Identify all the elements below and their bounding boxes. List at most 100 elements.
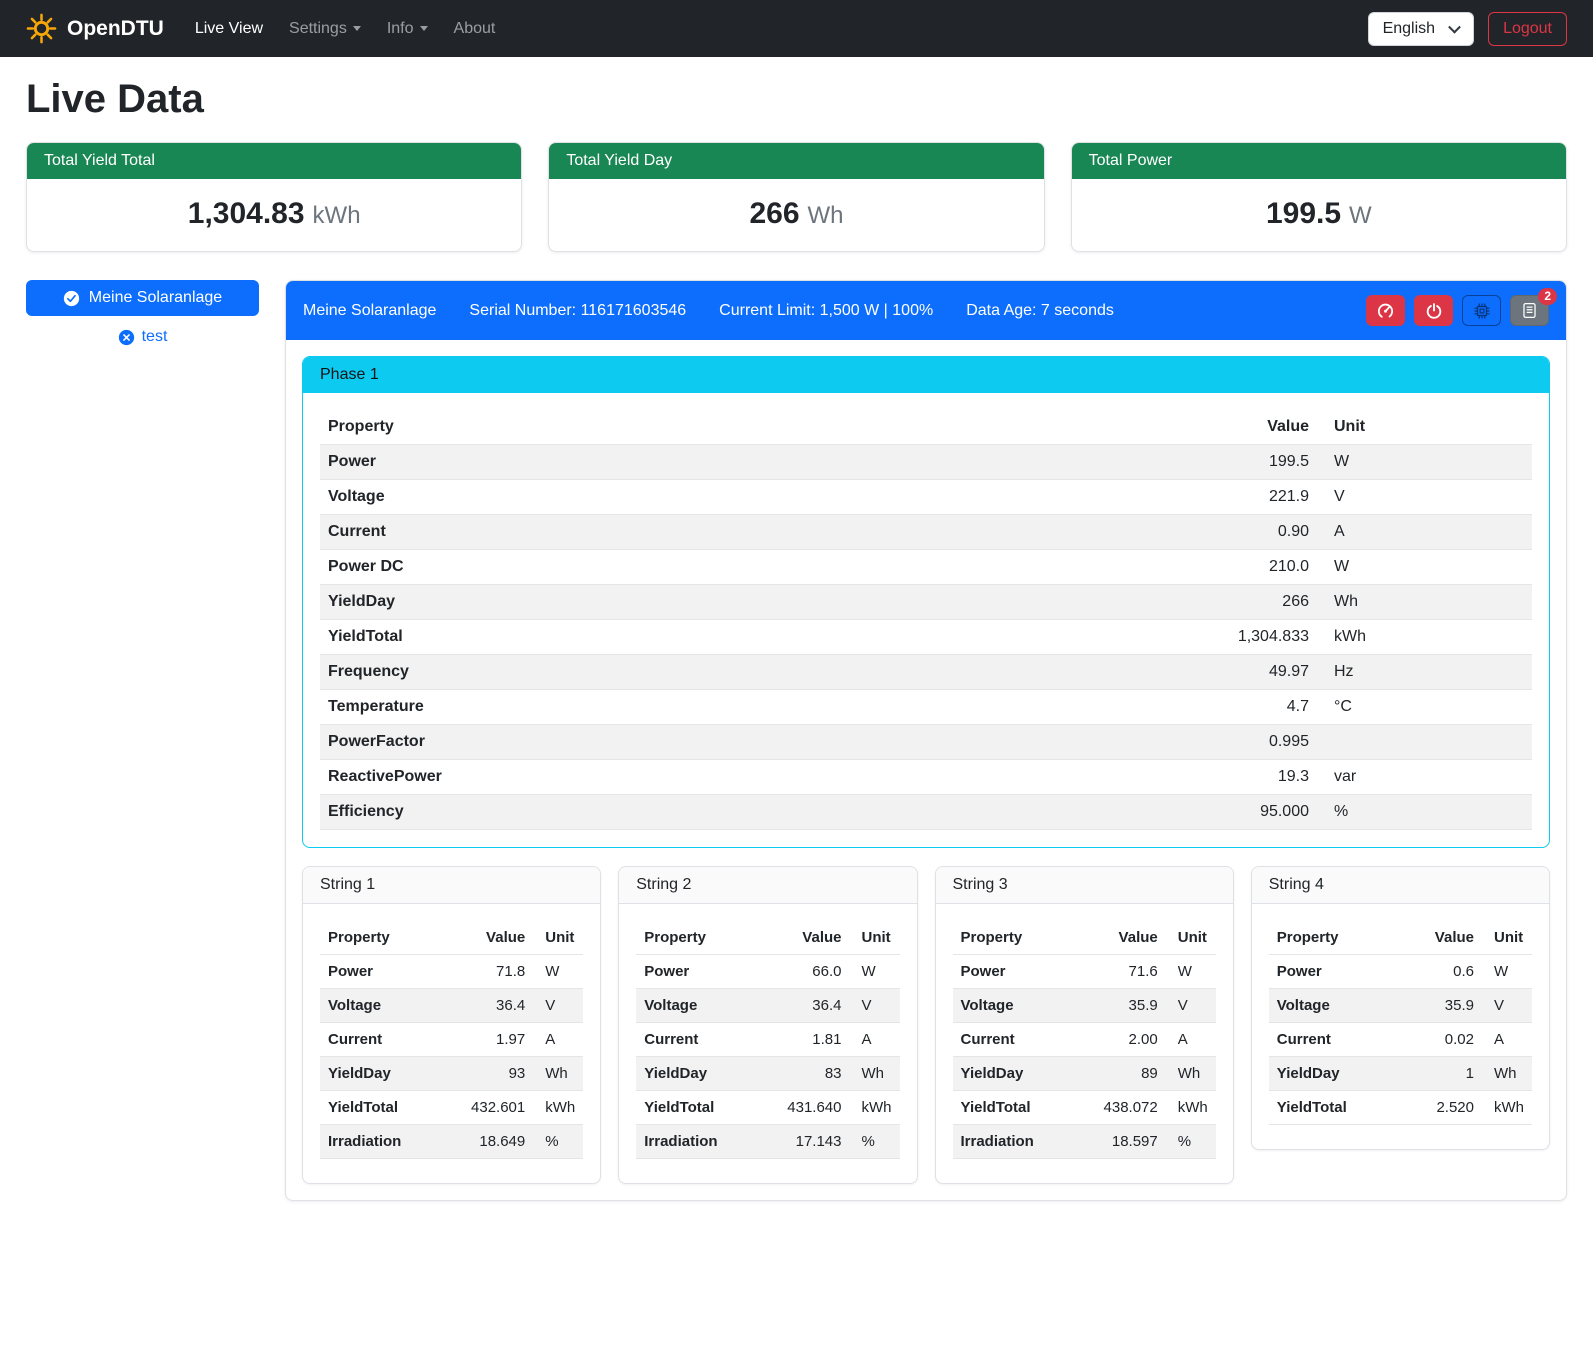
row-property: YieldDay [1269,1057,1399,1091]
nav-info[interactable]: Info [374,12,441,46]
row-unit: V [1166,989,1216,1023]
row-property: Irradiation [636,1125,755,1159]
row-unit: W [850,955,900,989]
logout-button[interactable]: Logout [1488,12,1567,46]
row-value: 19.3 [916,760,1317,795]
power-button[interactable] [1414,295,1453,326]
card-total-yield-day: Total Yield Day 266Wh [548,142,1044,252]
row-value: 1.81 [756,1023,850,1057]
col-header-unit: Unit [1166,921,1216,955]
col-header-value: Value [756,921,850,955]
inverter-sidebar: Meine Solaranlage test [26,280,259,346]
phase-card: Phase 1 Property Value Unit [302,356,1550,848]
row-value: 18.597 [1072,1125,1166,1159]
sidebar-item-meine-solaranlage[interactable]: Meine Solaranlage [26,280,259,316]
inverter-name: Meine Solaranlage [303,302,436,320]
row-property: Current [953,1023,1072,1057]
row-value: 49.97 [916,655,1317,690]
card-title: Total Yield Day [549,143,1043,179]
row-property: Voltage [320,480,916,515]
inverter-limit: Current Limit: 1,500 W | 100% [719,302,933,320]
row-unit: % [1317,795,1532,830]
row-value: 71.6 [1072,955,1166,989]
card-value: 266 [749,197,799,230]
nav-settings-label: Settings [289,20,347,37]
cpu-icon [1473,302,1491,320]
string-2-table: Property Value Unit Power [636,921,899,1159]
nav-live-view[interactable]: Live View [182,12,276,46]
row-unit: Wh [1166,1057,1216,1091]
row-property: YieldTotal [1269,1091,1399,1125]
card-value: 199.5 [1266,197,1341,230]
table-header-row: Property Value Unit [320,921,583,955]
string-2-card: String 2 Property Value Unit [618,866,917,1184]
row-unit: W [1166,955,1216,989]
nav-about[interactable]: About [441,12,509,46]
speedometer-icon [1376,301,1395,320]
row-property: Power DC [320,550,916,585]
check-circle-icon [63,290,80,307]
row-unit: Wh [850,1057,900,1091]
sidebar-item-test[interactable]: test [118,328,168,346]
row-value: 1,304.833 [916,620,1317,655]
phase-table: Property Value Unit Power [320,410,1532,830]
col-header-value: Value [1072,921,1166,955]
table-row: YieldTotal 1,304.833 kWh [320,620,1532,655]
row-unit: A [1166,1023,1216,1057]
row-value: 0.6 [1399,955,1482,989]
row-value: 36.4 [439,989,533,1023]
event-count-badge: 2 [1538,288,1557,305]
limit-settings-button[interactable] [1366,295,1405,326]
caret-down-icon [353,26,361,31]
table-header-row: Property Value Unit [953,921,1216,955]
inverter-panel-body: Phase 1 Property Value Unit [286,340,1566,1200]
card-title: Total Yield Total [27,143,521,179]
page-title: Live Data [26,77,1567,122]
row-unit: V [1482,989,1532,1023]
table-row: Irradiation 18.649 % [320,1125,583,1159]
row-unit: W [1317,445,1532,480]
row-unit: Wh [1317,585,1532,620]
row-unit: A [1317,515,1532,550]
row-property: Power [636,955,755,989]
string-4-card: String 4 Property Value Unit [1251,866,1550,1150]
device-info-button[interactable] [1462,295,1501,326]
language-select[interactable]: English [1368,12,1474,46]
table-header-row: Property Value Unit [1269,921,1532,955]
inverter-panel-header: Meine Solaranlage Serial Number: 1161716… [286,281,1566,340]
col-header-value: Value [916,410,1317,445]
row-property: Voltage [953,989,1072,1023]
card-total-power: Total Power 199.5W [1071,142,1567,252]
chevron-down-icon [1448,20,1461,33]
row-property: Current [320,515,916,550]
inverter-serial: Serial Number: 116171603546 [469,302,686,320]
nav-settings[interactable]: Settings [276,12,374,46]
brand[interactable]: OpenDTU [26,13,164,44]
row-value: 18.649 [439,1125,533,1159]
row-value: 1 [1399,1057,1482,1091]
row-property: Frequency [320,655,916,690]
phase-title: Phase 1 [303,357,1549,393]
string-1-table: Property Value Unit Power [320,921,583,1159]
table-row: YieldTotal 432.601 kWh [320,1091,583,1125]
col-header-unit: Unit [1317,410,1532,445]
string-title: String 1 [303,867,600,904]
table-row: Temperature 4.7 °C [320,690,1532,725]
table-header-row: Property Value Unit [320,410,1532,445]
table-row: Current 1.81 A [636,1023,899,1057]
row-property: Power [320,445,916,480]
row-unit: V [850,989,900,1023]
row-value: 35.9 [1072,989,1166,1023]
event-log-button[interactable]: 2 [1510,295,1549,326]
table-row: Current 0.02 A [1269,1023,1532,1057]
row-unit: kWh [1482,1091,1532,1125]
brand-label: OpenDTU [67,17,164,41]
row-value: 1.97 [439,1023,533,1057]
row-value: 432.601 [439,1091,533,1125]
row-property: PowerFactor [320,725,916,760]
card-value: 1,304.83 [188,197,305,230]
row-property: Current [320,1023,439,1057]
table-row: Power 71.8 W [320,955,583,989]
x-circle-icon [118,329,135,346]
row-unit: kWh [1166,1091,1216,1125]
